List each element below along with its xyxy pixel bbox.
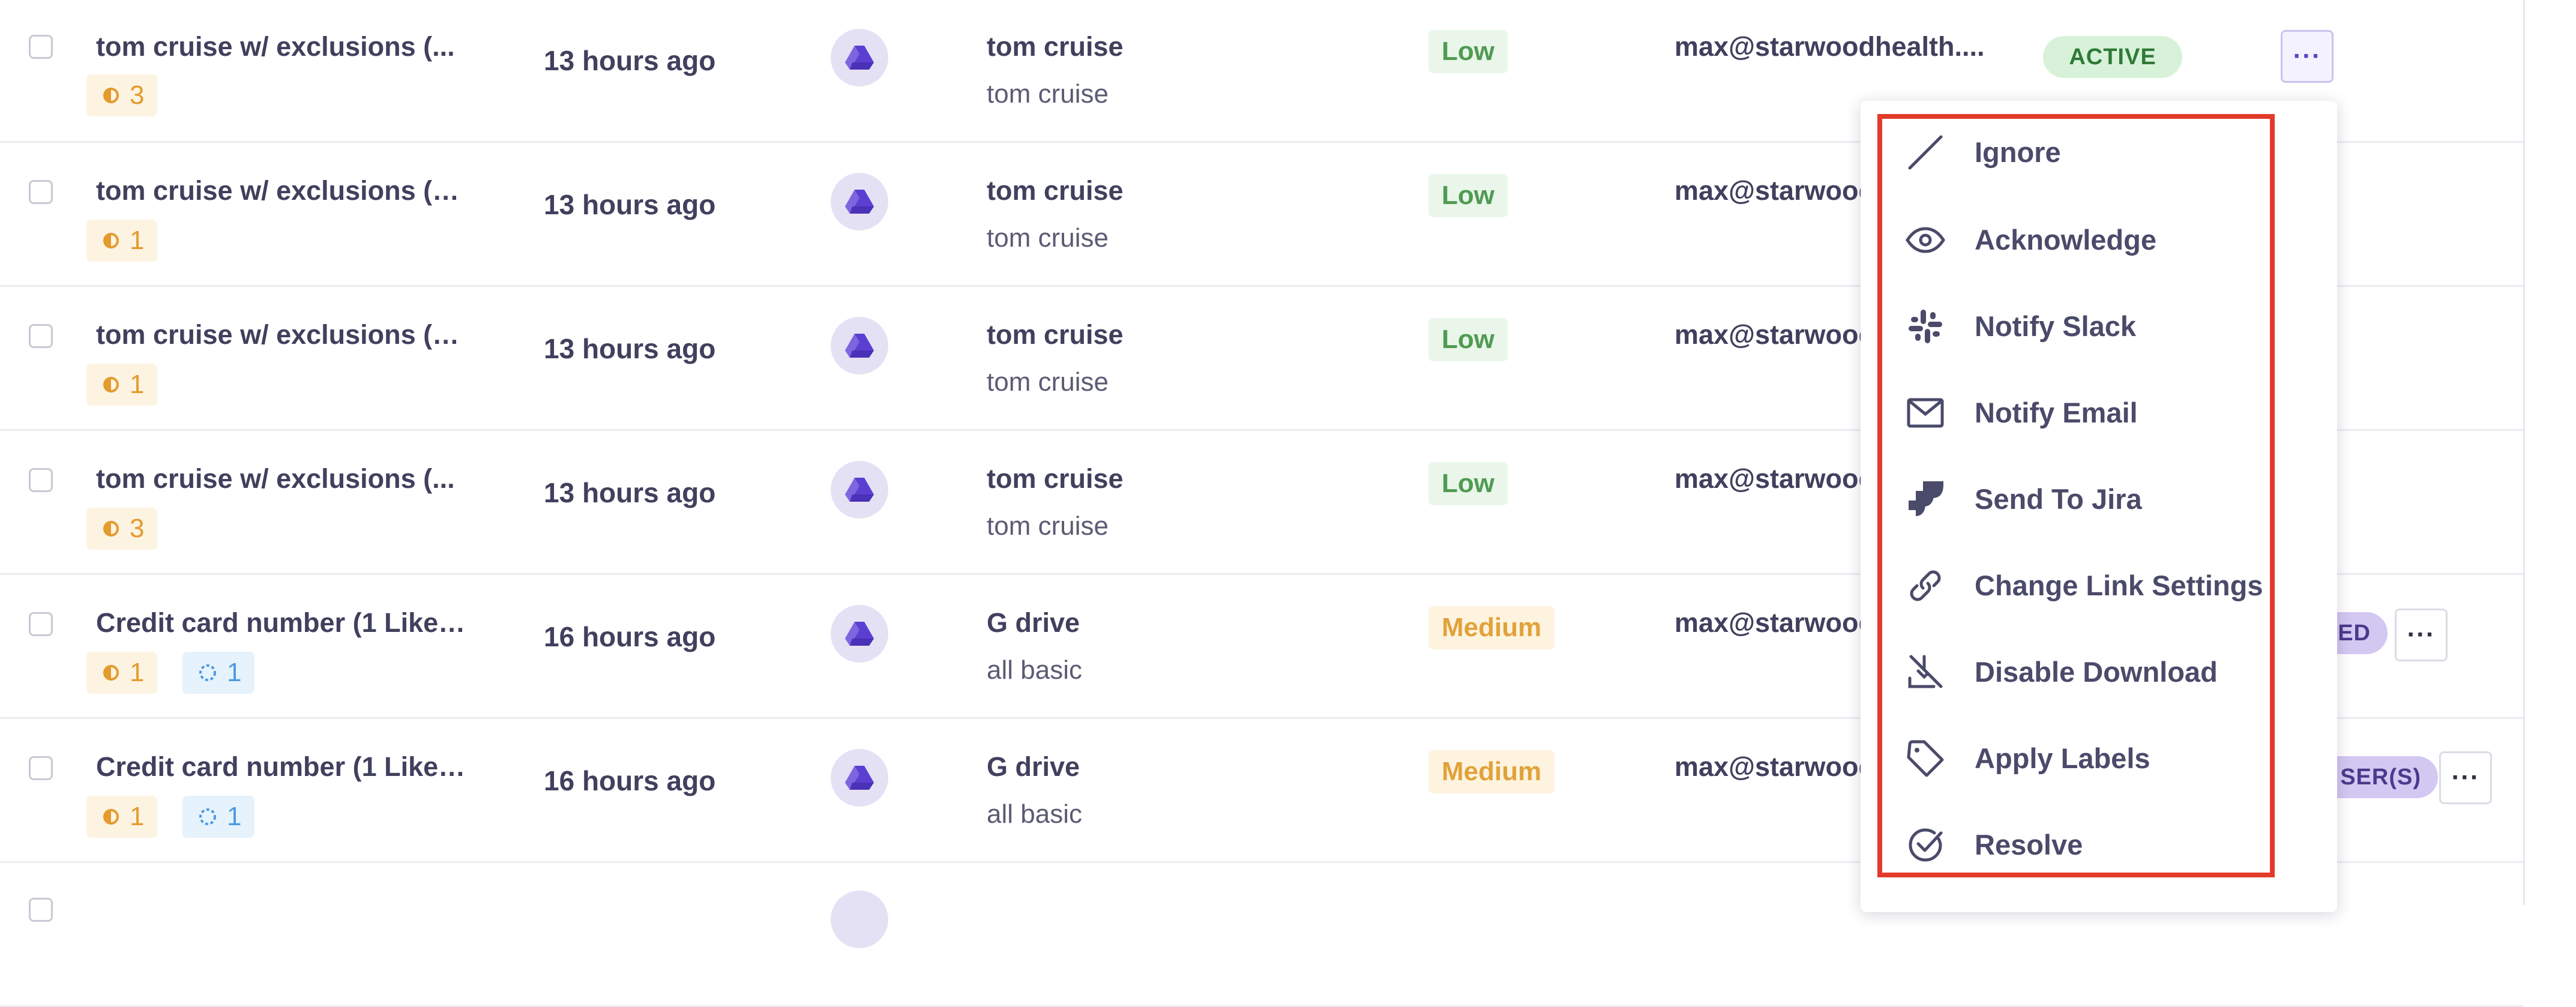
chip-count: 1 <box>130 370 145 399</box>
half-circle-icon <box>103 521 119 537</box>
severity-badge: Low <box>1428 462 1508 505</box>
chip-count: 3 <box>130 80 145 110</box>
incident-title[interactable]: tom cruise w/ exclusions (1... <box>96 319 468 350</box>
owner-name: tom cruise <box>987 319 1124 350</box>
jira-icon <box>1903 476 1948 522</box>
severity-badge: Low <box>1428 174 1508 217</box>
menu-item-label: Apply Labels <box>1975 742 2150 774</box>
google-drive-icon <box>831 29 888 86</box>
menu-item-label: Send To Jira <box>1975 483 2142 515</box>
owner-name: tom cruise <box>987 463 1124 494</box>
incident-title[interactable]: Credit card number (1 Likel... <box>96 607 468 639</box>
owner-name: tom cruise <box>987 31 1124 62</box>
slack-icon <box>1903 304 1948 349</box>
owner-email: max@starwoodhealth.... <box>1675 31 1985 62</box>
incident-title[interactable]: Credit card number (1 Likel... <box>96 751 468 783</box>
tag-icon <box>1903 736 1948 781</box>
pending-count-chip: 1 <box>182 652 255 694</box>
link-icon <box>1903 563 1948 609</box>
row-checkbox[interactable] <box>29 468 53 492</box>
incident-time: 13 hours ago <box>544 333 716 364</box>
incident-time: 13 hours ago <box>544 189 716 220</box>
owner-subtext: all basic <box>987 799 1082 829</box>
severity-badge: Low <box>1428 318 1508 361</box>
match-count-chip: 1 <box>86 652 158 694</box>
match-count-chip: 1 <box>86 796 158 838</box>
menu-item-label: Disable Download <box>1975 656 2218 688</box>
incident-time: 16 hours ago <box>544 765 716 796</box>
dashed-circle-icon <box>199 808 216 825</box>
incident-title[interactable]: tom cruise w/ exclusions (1... <box>96 175 468 206</box>
chip-count: 1 <box>227 802 242 831</box>
half-circle-icon <box>103 233 119 248</box>
google-drive-icon <box>831 749 888 807</box>
severity-badge: Medium <box>1428 750 1555 793</box>
incident-title[interactable]: tom cruise w/ exclusions (... <box>96 31 468 62</box>
owner-subtext: tom cruise <box>987 511 1109 541</box>
owner-name: tom cruise <box>987 175 1124 206</box>
google-drive-icon <box>831 605 888 663</box>
menu-item-label: Change Link Settings <box>1975 570 2263 601</box>
chip-count: 1 <box>130 226 145 255</box>
incident-time: 13 hours ago <box>544 45 716 76</box>
chip-count: 1 <box>130 802 145 831</box>
table-edge <box>2523 0 2525 905</box>
owner-subtext: tom cruise <box>987 79 1109 109</box>
chip-count: 1 <box>227 658 242 687</box>
eye-icon <box>1903 217 1948 263</box>
owner-subtext: tom cruise <box>987 367 1109 397</box>
severity-badge: Low <box>1428 30 1508 73</box>
severity-badge: Medium <box>1428 606 1555 649</box>
google-drive-icon <box>831 317 888 374</box>
owner-name: G drive <box>987 751 1080 782</box>
envelope-icon <box>1903 390 1948 436</box>
pending-count-chip: 1 <box>182 796 255 838</box>
match-count-chip: 1 <box>86 364 158 406</box>
chip-count: 1 <box>130 658 145 687</box>
match-count-chip: 3 <box>86 508 158 550</box>
menu-item-label: Notify Email <box>1975 397 2138 428</box>
check-circle-icon <box>1903 822 1948 868</box>
menu-item-label: Resolve <box>1975 829 2083 861</box>
more-actions-button[interactable]: ··· <box>2395 609 2448 661</box>
incident-time: 16 hours ago <box>544 621 716 652</box>
row-checkbox[interactable] <box>29 35 53 59</box>
google-drive-icon <box>831 461 888 519</box>
owner-subtext: all basic <box>987 655 1082 685</box>
status-badge: ACTIVE <box>2043 36 2182 78</box>
match-count-chip: 1 <box>86 220 158 262</box>
owner-subtext: tom cruise <box>987 223 1109 253</box>
chip-count: 3 <box>130 514 145 543</box>
dashed-circle-icon <box>199 664 216 681</box>
incident-time: 13 hours ago <box>544 477 716 508</box>
more-actions-button[interactable]: ··· <box>2281 30 2334 83</box>
row-checkbox[interactable] <box>29 898 53 922</box>
slash-icon <box>1903 130 1948 175</box>
half-circle-icon <box>103 88 119 103</box>
row-checkbox[interactable] <box>29 324 53 348</box>
match-count-chip: 3 <box>86 74 158 116</box>
google-drive-icon <box>831 173 888 230</box>
row-checkbox[interactable] <box>29 180 53 204</box>
owner-name: G drive <box>987 607 1080 638</box>
menu-item-label: Acknowledge <box>1975 224 2156 256</box>
download-off-icon <box>1903 649 1948 695</box>
more-actions-button[interactable]: ··· <box>2439 751 2492 804</box>
half-circle-icon <box>103 377 119 392</box>
row-checkbox[interactable] <box>29 756 53 780</box>
google-drive-icon <box>831 891 888 948</box>
menu-item-label: Ignore <box>1975 136 2061 168</box>
half-circle-icon <box>103 665 119 681</box>
half-circle-icon <box>103 809 119 825</box>
row-checkbox[interactable] <box>29 612 53 636</box>
incident-title[interactable]: tom cruise w/ exclusions (... <box>96 463 468 494</box>
menu-item-label: Notify Slack <box>1975 310 2137 342</box>
